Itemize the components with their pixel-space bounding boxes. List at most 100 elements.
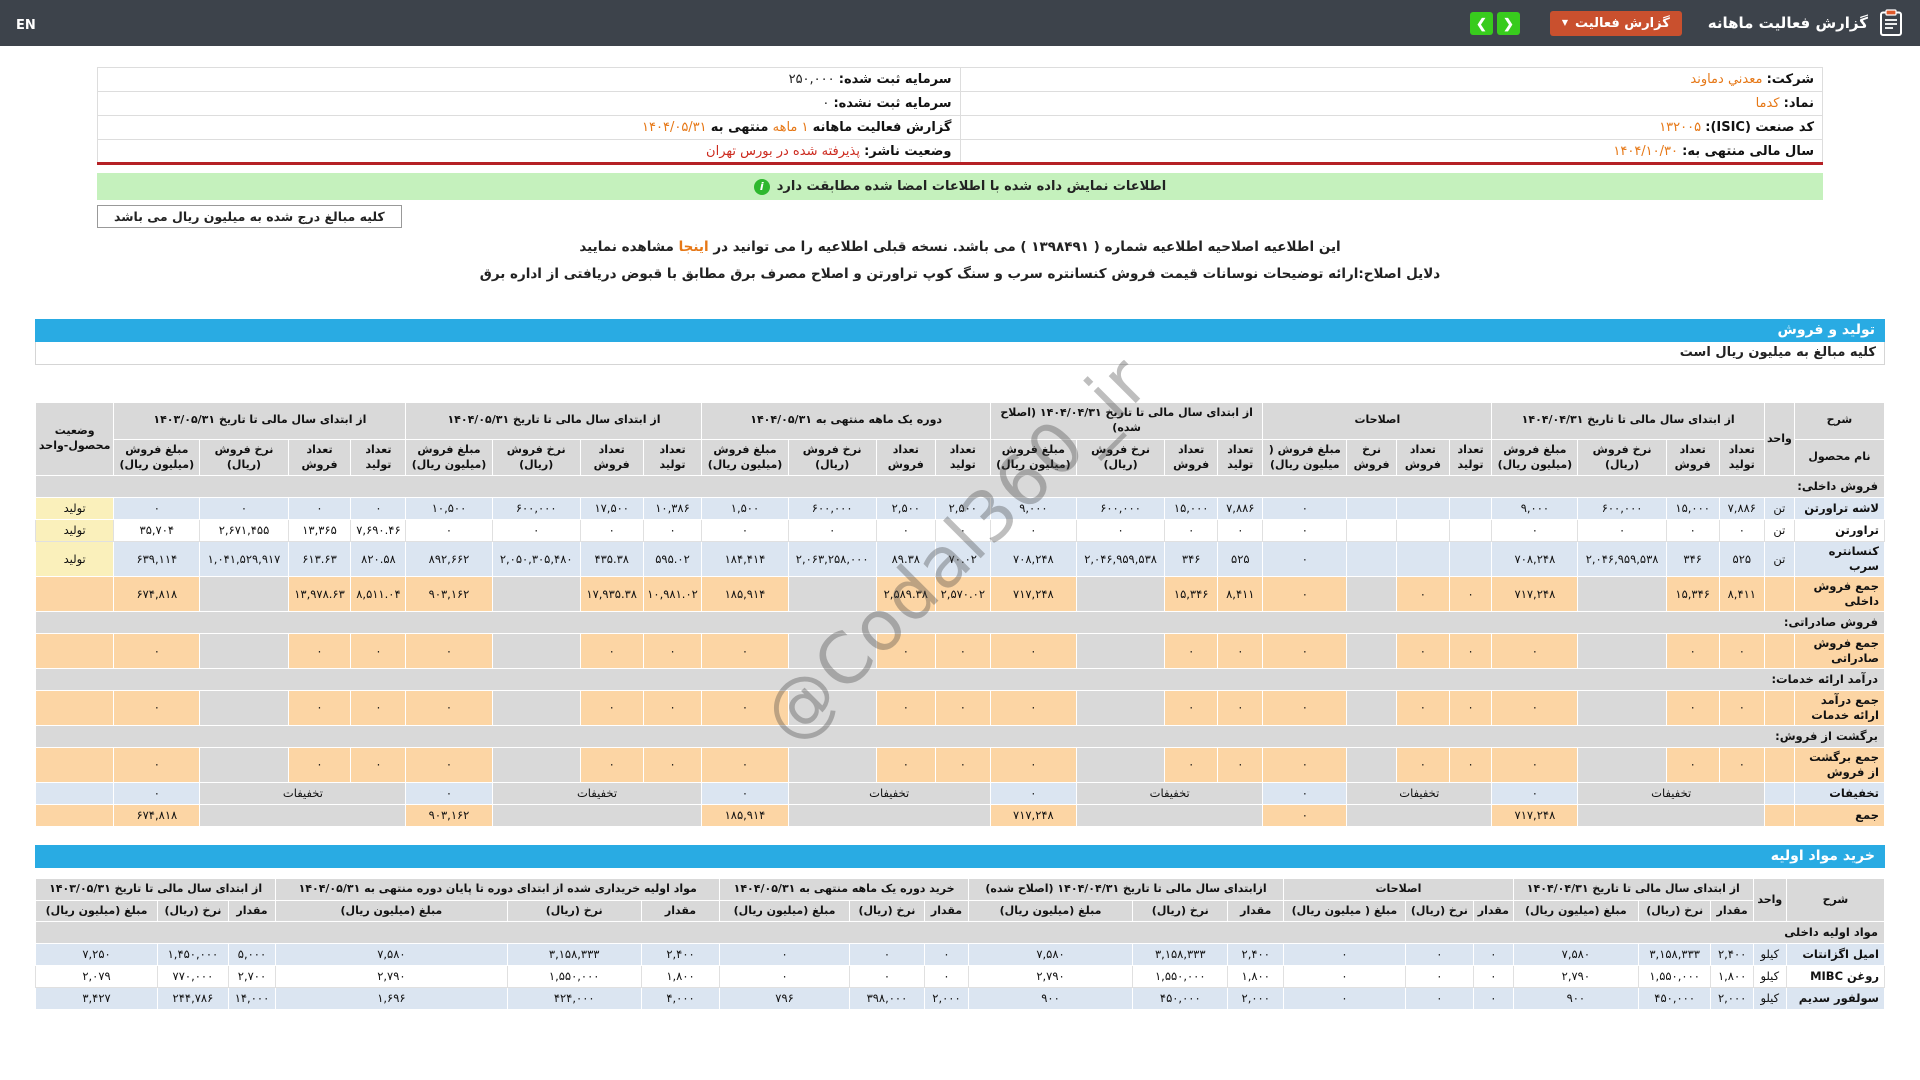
sub-column-header: مبلغ ( میلیون ریال) [1283, 899, 1406, 923]
value-cell: ۵,۰۰۰ [227, 943, 277, 967]
next-report-button[interactable]: ❯ [1496, 11, 1520, 35]
report-nav-group: ❮ ❯ [1469, 11, 1520, 35]
value-cell: ۷۰۸,۲۴۸ [1491, 541, 1579, 578]
value-cell: ۴۳۵.۳۸ [579, 541, 644, 578]
value-cell: ۰ [113, 497, 201, 521]
value-cell: ۰ [1075, 519, 1166, 543]
registered-capital-label: سرمایه ثبت شده: [838, 72, 952, 87]
value-cell: ۰ [405, 690, 493, 726]
sub-column-header: نرخ فروش [1346, 438, 1398, 477]
period-group-header: از ابتدای سال مالی تا تاریخ ۱۴۰۳/۰۵/۳۱ [113, 402, 407, 440]
sub-column-header: نرخ فروش (ریال) [199, 438, 289, 477]
blank-cell [1577, 690, 1667, 726]
value-cell: ۷,۸۸۶ [1718, 497, 1765, 521]
status-header: وضعیت محصول-واحد [34, 401, 115, 477]
amount-cell: ۰ [113, 781, 201, 805]
table-row: سال مالی منتهی به: ۱۴۰۴/۱۰/۳۰ وضعیت ناشر… [97, 139, 1823, 164]
value-cell: ۲۴۴,۷۸۶ [157, 987, 229, 1011]
value-cell: ۸,۴۱۱ [1217, 576, 1264, 613]
table-row: فروش صادراتی: [35, 611, 1885, 635]
blank-cell [1075, 576, 1166, 613]
value-cell: ۱۸۴,۴۱۴ [701, 541, 789, 578]
value-cell: ۰ [934, 690, 991, 726]
main-content: شرکت: معدني دماوند سرمایه ثبت شده: ۲۵۰,۰… [0, 67, 1920, 1011]
value-cell: ۲,۰۵۰,۳۰۵,۴۸۰ [491, 541, 581, 578]
blank-cell [199, 576, 289, 613]
table-row: تراورتن تن ۰ ۰ ۰ ۰ ۰ ۰ ۰ ۰ ۰ ۰ ۰ ۰ ۰ ۰ ۰ ۰ ۰ ۷,۶۹۰.۴۶ ۱۳,۳۶۵… [34, 519, 1886, 543]
unit-cell [1763, 781, 1795, 805]
report-type-dropdown[interactable]: گزارش فعالیت ▼ [1549, 10, 1682, 36]
merged-cell: تخفیفات [1075, 781, 1264, 805]
sub-column-header: مقدار [924, 899, 969, 923]
value-cell: ۳۴۶ [1164, 541, 1219, 578]
value-cell: ۶۰۰,۰۰۰ [1075, 497, 1166, 521]
company-name-link[interactable]: معدني دماوند [1690, 72, 1762, 87]
value-cell: ۰ [924, 943, 969, 967]
sub-column-header: نرخ فروش (ریال) [787, 438, 877, 477]
value-cell: ۰ [1217, 690, 1264, 726]
value-cell: ۰ [642, 746, 703, 783]
value-cell: ۰ [1262, 576, 1348, 613]
table-row: مواد اولیه داخلی [35, 921, 1885, 945]
company-cell: شرکت: معدني دماوند [959, 67, 1823, 92]
previous-report-button[interactable]: ❮ [1469, 11, 1493, 35]
revision-reason: دلایل اصلاح:ارائه توضیحات نوسانات قیمت ف… [479, 266, 1441, 282]
value-cell: ۰ [1491, 519, 1579, 543]
value-cell: ۴۵۰,۰۰۰ [1132, 987, 1229, 1011]
value-cell: ۰ [1262, 497, 1348, 521]
section-row-label: مواد اولیه داخلی [35, 921, 1885, 945]
value-cell: ۱,۵۰۰ [701, 497, 789, 521]
amount-cell: ۹۰۳,۱۶۲ [405, 803, 493, 827]
value-cell: ۰ [1262, 519, 1348, 543]
blank-cell [1346, 746, 1398, 783]
value-cell: ۱۷,۹۳۵.۳۸ [579, 576, 644, 613]
value-cell: ۷۹۶ [719, 987, 850, 1011]
header-row-groups: شرح واحد از ابتدای سال مالی تا تاریخ ۱۴۰۴/… [34, 401, 1886, 477]
section-header-production-sales: تولید و فروش [35, 319, 1885, 342]
value-cell: ۹۰۳,۱۶۲ [405, 576, 493, 613]
raw-materials-table: شرح واحد از ابتدای سال مالی تا تاریخ ۱۴۰۴/… [34, 877, 1886, 1011]
value-cell: ۶۷۴,۸۱۸ [113, 576, 201, 613]
sub-column-header: مقدار [1227, 899, 1285, 923]
merged-cell: تخفیفات [491, 781, 703, 805]
registered-capital-cell: سرمایه ثبت شده: ۲۵۰,۰۰۰ [97, 67, 961, 92]
isic-cell: کد صنعت (ISIC): ۱۳۲۰۰۵ [959, 115, 1823, 140]
amount-cell: ۰ [1491, 781, 1579, 805]
value-cell: ۳,۱۵۸,۳۳۳ [1132, 943, 1229, 967]
report-period-date: ۱۴۰۴/۰۵/۳۱ [642, 120, 707, 135]
row-label: تخفیفات [1793, 781, 1886, 805]
value-cell: ۰ [875, 690, 936, 726]
value-cell: ۰ [1396, 576, 1450, 613]
company-label: شرکت: [1766, 72, 1814, 87]
status-cell [34, 576, 115, 613]
topbar-right-group: گزارش فعالیت ماهانه گزارش فعالیت ▼ ❮ ❯ [1469, 9, 1904, 37]
blank-cell [199, 746, 289, 783]
blank-cell [787, 690, 877, 726]
value-cell: ۴۵۰,۰۰۰ [1637, 987, 1712, 1011]
period-group-header: خرید دوره یک ماهه منتهی به ۱۴۰۴/۰۵/۳۱ [719, 877, 969, 901]
value-cell: ۰ [1665, 633, 1720, 669]
sub-column-header: مقدار [1710, 899, 1754, 923]
sub-column-header: نرخ فروش (ریال) [1577, 438, 1667, 477]
row-label: جمع فروش صادراتی [1793, 633, 1886, 669]
value-cell: ۰ [1283, 965, 1406, 989]
value-cell: ۱۵,۰۰۰ [1665, 497, 1720, 521]
value-cell: ۱۳,۹۷۸.۶۳ [287, 576, 352, 613]
value-cell: ۸۹.۳۸ [875, 541, 936, 578]
issuer-status-cell: وضعیت ناشر: پذیرفته شده در بورس تهران [97, 139, 961, 164]
value-cell: ۱,۴۵۰,۰۰۰ [157, 943, 229, 967]
sub-column-header: نرخ (ریال) [1404, 899, 1474, 923]
merged-cell [491, 803, 703, 827]
report-dropdown-label: گزارش فعالیت [1575, 15, 1670, 31]
sub-column-header: مبلغ (میلیون ریال) [719, 899, 850, 923]
amount-cell: ۰ [1262, 781, 1348, 805]
language-toggle[interactable]: EN [16, 18, 36, 33]
symbol-link[interactable]: کدما [1756, 96, 1780, 111]
value-cell: ۱,۵۵۰,۰۰۰ [1132, 965, 1229, 989]
value-cell: ۲,۵۰۰ [934, 497, 991, 521]
previous-version-link[interactable]: اینجا [679, 239, 709, 255]
value-cell [1448, 541, 1493, 578]
value-cell: ۱,۸۰۰ [1227, 965, 1285, 989]
blank-cell [491, 746, 581, 783]
period-group-header: از ابتدای سال مالی تا تاریخ ۱۴۰۴/۰۴/۳۱ (… [989, 402, 1264, 440]
